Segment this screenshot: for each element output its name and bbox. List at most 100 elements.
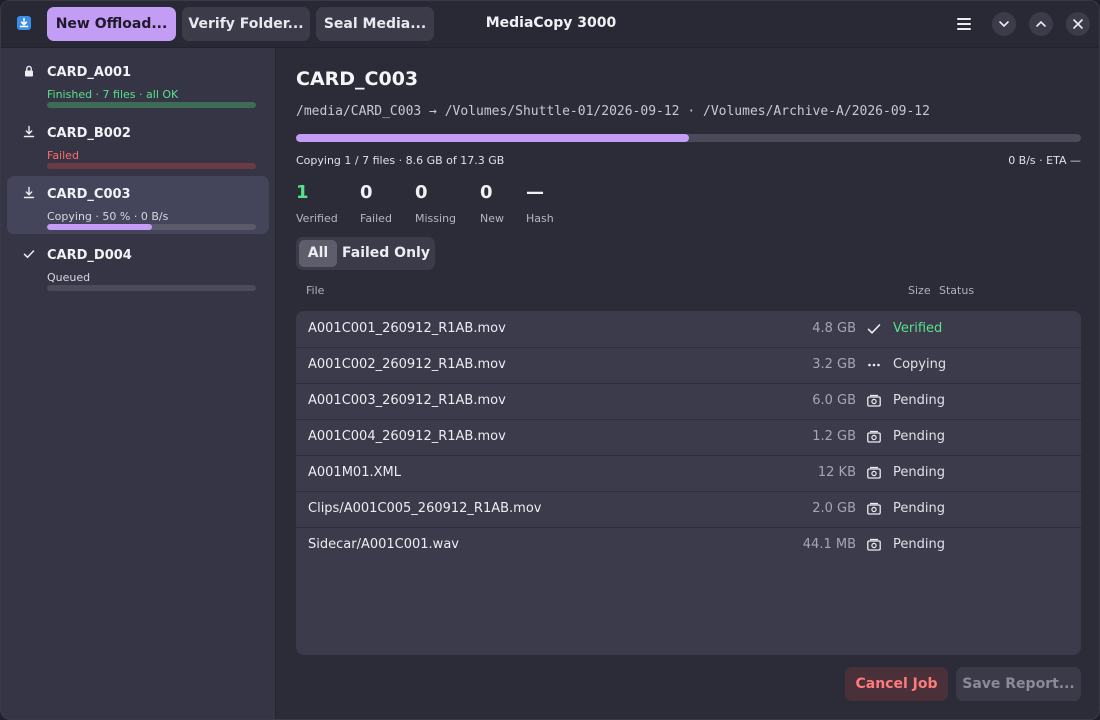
column-header-status[interactable]: Status bbox=[939, 284, 974, 297]
table-row[interactable]: A001C003_260912_R1AB.mov 6.0 GB Pending bbox=[296, 383, 1081, 420]
save-report-button[interactable]: Save Report... bbox=[956, 667, 1081, 701]
filter-toggle: All Failed Only bbox=[296, 237, 435, 270]
stat-value: 0 bbox=[360, 182, 373, 203]
file-size: 4.8 GB bbox=[812, 321, 856, 336]
file-name: A001C003_260912_R1AB.mov bbox=[308, 393, 506, 408]
card-status: Queued bbox=[47, 271, 91, 284]
stat-label: Missing bbox=[415, 212, 457, 225]
file-size: 6.0 GB bbox=[812, 393, 856, 408]
download-icon bbox=[23, 186, 35, 199]
card-item-b002[interactable]: CARD_B002 Failed bbox=[7, 115, 269, 173]
pending-icon bbox=[867, 466, 881, 479]
close-icon bbox=[1073, 19, 1083, 29]
table-row[interactable]: A001C002_260912_R1AB.mov 3.2 GB Copying bbox=[296, 347, 1081, 384]
app-window: New Offload... Verify Folder... Seal Med… bbox=[0, 0, 1100, 720]
stat-verified: 1 Verified bbox=[296, 182, 338, 225]
file-list: A001C001_260912_R1AB.mov 4.8 GB Verified… bbox=[296, 311, 1081, 655]
file-name: A001C001_260912_R1AB.mov bbox=[308, 321, 506, 336]
card-status: Failed bbox=[47, 149, 79, 162]
card-name: CARD_B002 bbox=[47, 126, 131, 141]
close-button[interactable] bbox=[1066, 12, 1090, 36]
card-status: Copying · 50 % · 0 B/s bbox=[47, 210, 169, 223]
file-name: Clips/A001C005_260912_R1AB.mov bbox=[308, 501, 542, 516]
file-size: 12 KB bbox=[817, 465, 856, 480]
stat-hash: — Hash bbox=[526, 182, 554, 225]
file-status: Pending bbox=[893, 537, 945, 552]
copy-status-text: Copying 1 / 7 files · 8.6 GB of 17.3 GB bbox=[296, 154, 505, 167]
column-header-file[interactable]: File bbox=[306, 284, 324, 297]
card-name: CARD_C003 bbox=[47, 187, 131, 202]
file-size: 3.2 GB bbox=[812, 357, 856, 372]
stat-value: — bbox=[526, 182, 544, 203]
filter-failed-only-button[interactable]: Failed Only bbox=[340, 240, 432, 267]
minimize-button[interactable] bbox=[992, 12, 1016, 36]
filter-all-button[interactable]: All bbox=[299, 240, 337, 267]
file-status: Copying bbox=[893, 357, 947, 372]
download-icon bbox=[23, 125, 35, 138]
ellipsis-icon bbox=[868, 363, 880, 367]
header-bar: New Offload... Verify Folder... Seal Med… bbox=[1, 1, 1099, 48]
card-item-c003[interactable]: CARD_C003 Copying · 50 % · 0 B/s bbox=[7, 176, 269, 234]
file-status: Pending bbox=[893, 393, 945, 408]
column-header-size[interactable]: Size bbox=[908, 284, 931, 297]
table-row[interactable]: A001C001_260912_R1AB.mov 4.8 GB Verified bbox=[296, 311, 1081, 348]
window-title: MediaCopy 3000 bbox=[485, 15, 617, 31]
card-item-a001[interactable]: CARD_A001 Finished · 7 files · all OK bbox=[7, 54, 269, 112]
table-row[interactable]: A001M01.XML 12 KB Pending bbox=[296, 455, 1081, 492]
table-row[interactable]: Clips/A001C005_260912_R1AB.mov 2.0 GB Pe… bbox=[296, 491, 1081, 528]
check-icon bbox=[23, 250, 35, 259]
file-name: A001C002_260912_R1AB.mov bbox=[308, 357, 506, 372]
stat-label: Hash bbox=[526, 212, 554, 225]
stat-missing: 0 Missing bbox=[415, 182, 456, 225]
page-title: CARD_C003 bbox=[296, 68, 419, 90]
main-panel: CARD_C003 /media/CARD_C003 → /Volumes/Sh… bbox=[276, 48, 1099, 719]
file-status: Verified bbox=[893, 321, 943, 336]
stat-failed: 0 Failed bbox=[360, 182, 392, 225]
pending-icon bbox=[867, 538, 881, 551]
file-status: Pending bbox=[893, 465, 945, 480]
check-icon bbox=[867, 324, 881, 334]
card-name: CARD_D004 bbox=[47, 248, 132, 263]
stat-label: New bbox=[480, 212, 504, 225]
verify-folder-button[interactable]: Verify Folder... bbox=[182, 7, 310, 41]
card-name: CARD_A001 bbox=[47, 65, 132, 80]
file-size: 44.1 MB bbox=[802, 537, 856, 552]
table-row[interactable]: Sidecar/A001C001.wav 44.1 MB Pending bbox=[296, 527, 1081, 563]
file-size: 2.0 GB bbox=[812, 501, 856, 516]
pending-icon bbox=[867, 502, 881, 515]
card-progress bbox=[47, 285, 256, 291]
stat-label: Verified bbox=[296, 212, 338, 225]
file-status: Pending bbox=[893, 501, 945, 516]
pending-icon bbox=[867, 430, 881, 443]
file-name: A001C004_260912_R1AB.mov bbox=[308, 429, 506, 444]
new-offload-button[interactable]: New Offload... bbox=[47, 7, 176, 41]
file-size: 1.2 GB bbox=[812, 429, 856, 444]
chevron-down-icon bbox=[999, 21, 1009, 28]
card-progress bbox=[47, 163, 256, 169]
lock-icon bbox=[25, 65, 33, 77]
card-progress bbox=[47, 224, 256, 230]
table-row[interactable]: A001C004_260912_R1AB.mov 1.2 GB Pending bbox=[296, 419, 1081, 456]
stat-value: 1 bbox=[296, 182, 309, 203]
maximize-button[interactable] bbox=[1029, 12, 1053, 36]
file-status: Pending bbox=[893, 429, 945, 444]
stat-value: 0 bbox=[415, 182, 428, 203]
path-text: /media/CARD_C003 → /Volumes/Shuttle-01/2… bbox=[296, 104, 930, 119]
stat-new: 0 New bbox=[480, 182, 504, 225]
pending-icon bbox=[867, 394, 881, 407]
stat-value: 0 bbox=[480, 182, 493, 203]
card-progress bbox=[47, 102, 256, 108]
file-name: A001M01.XML bbox=[308, 465, 401, 480]
stat-label: Failed bbox=[360, 212, 392, 225]
sidebar: CARD_A001 Finished · 7 files · all OK CA… bbox=[1, 48, 276, 719]
file-name: Sidecar/A001C001.wav bbox=[308, 537, 459, 552]
app-download-icon bbox=[17, 16, 31, 30]
main-progress-bar bbox=[296, 134, 1081, 142]
cancel-job-button[interactable]: Cancel Job bbox=[845, 667, 948, 701]
chevron-up-icon bbox=[1036, 20, 1046, 27]
seal-media-button[interactable]: Seal Media... bbox=[316, 7, 434, 41]
hamburger-menu-icon[interactable] bbox=[953, 14, 975, 34]
rate-text: 0 B/s · ETA — bbox=[1008, 154, 1081, 167]
card-status: Finished · 7 files · all OK bbox=[47, 88, 179, 101]
card-item-d004[interactable]: CARD_D004 Queued bbox=[7, 237, 269, 295]
